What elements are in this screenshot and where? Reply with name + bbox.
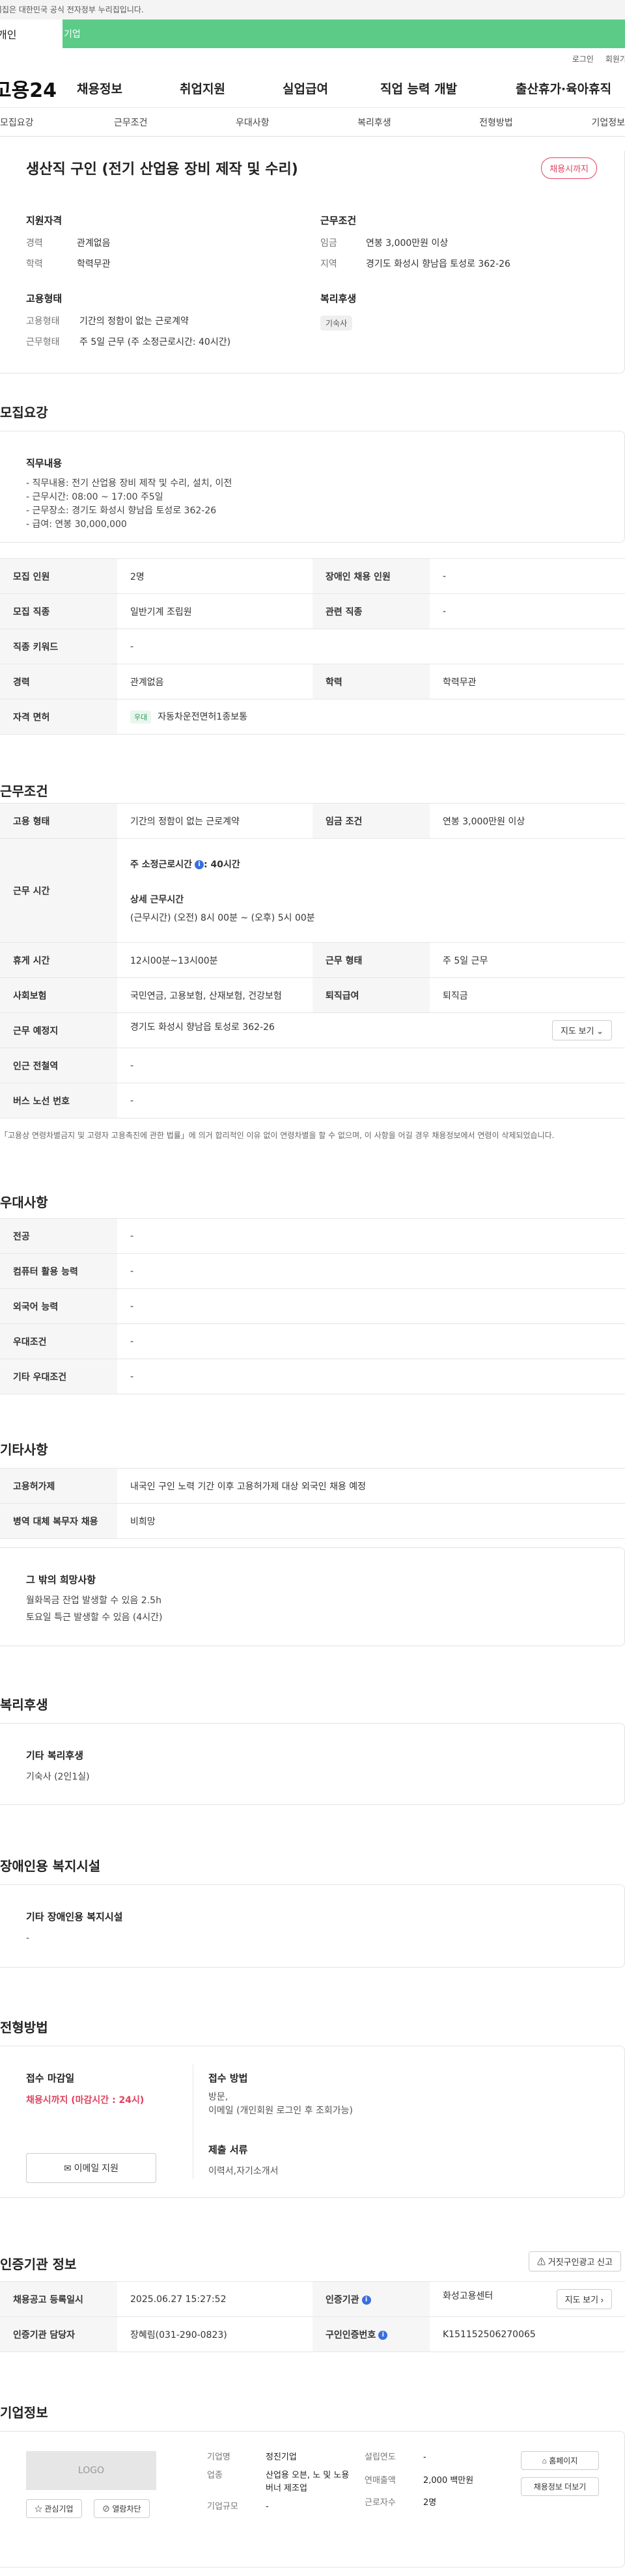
table-row: 인증기관 담당자 장혜림(031-290-0823) 구인인증번호 i K15115… [0,2316,625,2352]
welfare-box: 기타 복리후생 기숙사 (2인1실) [0,1723,625,1805]
section-title-company: 기업정보 [0,2405,48,2420]
gov-banner-text: 이 누리집은 대한민국 공식 전자정부 누리집입니다. [0,5,144,14]
section-title-pref: 우대사항 [0,1195,48,1210]
main-nav: 고용24 채용정보 취업지원 실업급여 직업 능력 개발 출산휴가·육아휴직 [0,69,625,108]
table-row: 고용허가제 내국인 구인 노력 기간 이후 고용허가제 대상 외국인 채용 예정 [0,1468,625,1504]
mail-icon: ✉ [64,2163,72,2173]
table-row: 버스 노선 번호 - [0,1083,625,1119]
company-box: LOGO ☆ 관심기업 ⊘ 열람차단 기업명 정진기업 업종 산업용 오븐, 노 및… [0,2431,625,2568]
table-row: 모집 인원 2명 장애인 채용 인원 - [0,558,625,594]
email-apply-button[interactable]: ✉ 이메일 지원 [26,2153,156,2183]
table-row: 전공 - [0,1218,625,1254]
subtab-process[interactable]: 전형방법 [391,116,513,129]
etc-hope-box: 그 밖의 희망사항 월화목금 잔업 발생할 수 있음 2.5h 토요일 특근 발… [0,1547,625,1646]
section-title-process: 전형방법 [0,2020,48,2035]
block-view-button[interactable]: ⊘ 열람차단 [94,2499,150,2518]
job-title: 생산직 구인 (전기 산업용 장비 제작 및 수리) [26,161,298,178]
signup-link[interactable]: 회원가입 [605,53,625,64]
table-row: 컴퓨터 활용 능력 - [0,1253,625,1289]
user-type-tabs: 개인 기업 [0,20,625,48]
section-title-etc: 기타사항 [0,1442,48,1457]
pref-table: 전공 - 컴퓨터 활용 능력 - 외국어 능력 - 우대조건 - 기타 우대조건 - [0,1218,625,1394]
status-badge: 채용시까지 [541,157,597,179]
section-title-welfare: 복리후생 [0,1697,48,1713]
section-title-disabled: 장애인용 복지시설 [0,1858,101,1874]
map-button[interactable]: 지도 보기 ⌄ [552,1020,612,1040]
info-icon[interactable]: i [361,2295,371,2305]
welfare-block: 복리후생 기숙사 [320,291,356,331]
home-icon: ⌂ [542,2456,547,2465]
detail-subtabs: 모집요강 근무조건 우대사항 복리후생 전형방법 기업정보 [0,108,625,137]
table-row: 우대조건 - [0,1323,625,1359]
table-row: 기타 우대조건 - [0,1359,625,1394]
table-row: 근무 예정지 경기도 화성시 향남읍 토성로 362-26 지도 보기 ⌄ [0,1012,625,1048]
duty-text: - 직무내용: 전기 산업용 장비 제작 및 수리, 설치, 이전 - 근무시간… [26,478,232,530]
section-title-recruit: 모집요강 [0,405,48,420]
table-row: 직종 키워드 - [0,629,625,664]
cert-map-button[interactable]: 지도 보기 › [556,2289,612,2309]
nav-parental-leave[interactable]: 출산휴가·육아휴직 [516,79,611,97]
company-info-right: 설립연도 - 연매출액 2,000 백만원 근로자수 2명 [365,2452,474,2508]
nav-employment-support[interactable]: 취업지원 [180,79,283,97]
subtab-company[interactable]: 기업정보 [513,116,625,129]
age-discrimination-note: 「고용상 연령차별금지 및 고령자 고용촉진에 관한 법률」에 의거 합리적인 … [0,1131,555,1140]
welfare-tag: 기숙사 [320,316,353,331]
deadline-value: 채용시까지 (마감시간 : 24시) [26,2095,145,2106]
chevron-down-icon: ⌄ [596,1026,604,1036]
subtab-work[interactable]: 근무조건 [38,116,148,129]
table-row: 고용 형태 기간의 정함이 없는 근로계약 임금 조건 연봉 3,000만원 이상 [0,803,625,839]
info-icon[interactable]: i [195,860,204,869]
table-row: 병역 대체 복무자 채용 비희망 [0,1503,625,1539]
license-pref-badge: 우대 [130,711,152,724]
company-info-left: 기업명 정진기업 업종 산업용 오븐, 노 및 노용 버너 제조업 기업규모 - [207,2452,350,2512]
info-icon[interactable]: i [378,2330,388,2340]
nav-jobs[interactable]: 채용정보 [77,79,180,97]
license-value: 자동차운전면허1종보통 [158,712,247,722]
work-place: 경기도 화성시 향남읍 토성로 362-26 [130,1022,275,1033]
company-logo: LOGO [26,2451,156,2490]
work-table: 고용 형태 기간의 정함이 없는 근로계약 임금 조건 연봉 3,000만원 이상 … [0,803,625,1119]
section-title-cert: 인증기관 정보 [0,2257,77,2272]
nav-unemployment[interactable]: 실업급여 [283,79,380,97]
gov-banner: 이 누리집은 대한민국 공식 전자정부 누리집입니다. [0,0,625,20]
section-title-work: 근무조건 [0,783,48,799]
recruit-table: 모집 인원 2명 장애인 채용 인원 - 모집 직종 일반기계 조립원 관련 직종 - … [0,558,625,735]
tab-personal[interactable]: 개인 [0,20,62,48]
siren-icon: ⚠ [537,2257,546,2267]
utility-links: 로그인 회원가입 [0,48,625,69]
more-jobs-button[interactable]: 채용정보 더보기 [521,2477,599,2496]
table-row: 외국어 능력 - [0,1288,625,1324]
subtab-recruit[interactable]: 모집요강 [0,116,38,129]
login-link[interactable]: 로그인 [572,53,594,64]
condition-block: 근무조건 임금 연봉 3,000만원 이상 지역 경기도 화성시 향남읍 토성로 3… [320,215,510,269]
star-icon: ☆ [35,2504,43,2514]
table-row: 휴게 시간 12시00분~13시00분 근무 형태 주 5일 근무 [0,942,625,978]
duty-box: 직무내용 - 직무내용: 전기 산업용 장비 제작 및 수리, 설치, 이전 -… [0,431,625,543]
process-box: 접수 마감일 채용시까지 (마감시간 : 24시) ✉ 이메일 지원 접수 방법… [0,2046,625,2198]
nav-training[interactable]: 직업 능력 개발 [380,79,516,97]
table-row: 경력 관계없음 학력 학력무관 [0,664,625,699]
block-icon: ⊘ [102,2504,111,2514]
interest-company-button[interactable]: ☆ 관심기업 [26,2499,82,2518]
table-row: 인근 전철역 - [0,1048,625,1083]
table-row: 모집 직종 일반기계 조립원 관련 직종 - [0,593,625,629]
qualification-block: 지원자격 경력 관계없음 학력 학력무관 [26,215,111,269]
etc-table: 고용허가제 내국인 구인 노력 기간 이후 고용허가제 대상 외국인 채용 예정 … [0,1468,625,1539]
site-logo[interactable]: 고용24 [0,74,70,103]
table-row: 채용공고 등록일시 2025.06.27 15:27:52 인증기관 i 화성고용센… [0,2281,625,2317]
report-fake-ad-button[interactable]: ⚠ 거짓구인광고 신고 [529,2251,621,2271]
table-row: 사회보험 국민연금, 고용보험, 산재보험, 건강보험 퇴직급여 퇴직금 [0,977,625,1013]
table-row: 자격 면허 우대 자동차운전면허1종보통 [0,699,625,735]
job-summary-card: 생산직 구인 (전기 산업용 장비 제작 및 수리) 채용시까지 지원자격 경력… [0,151,625,373]
cert-table: 채용공고 등록일시 2025.06.27 15:27:52 인증기관 i 화성고용센… [0,2281,625,2352]
employment-block: 고용형태 고용형태 기간의 정함이 없는 근로계약 근무형태 주 5일 근무 (주 … [26,293,231,347]
subtab-pref[interactable]: 우대사항 [147,116,270,129]
disabled-box: 기타 장애인용 복지시설 - [0,1884,625,1968]
subtab-welfare[interactable]: 복리후생 [270,116,391,129]
homepage-button[interactable]: ⌂ 홈페이지 [521,2451,599,2470]
tab-company[interactable]: 기업 [62,20,625,48]
table-row: 근무 시간 주 소정근로시간 i: 40시간 상세 근무시간 (근무시간) (오전… [0,838,625,943]
